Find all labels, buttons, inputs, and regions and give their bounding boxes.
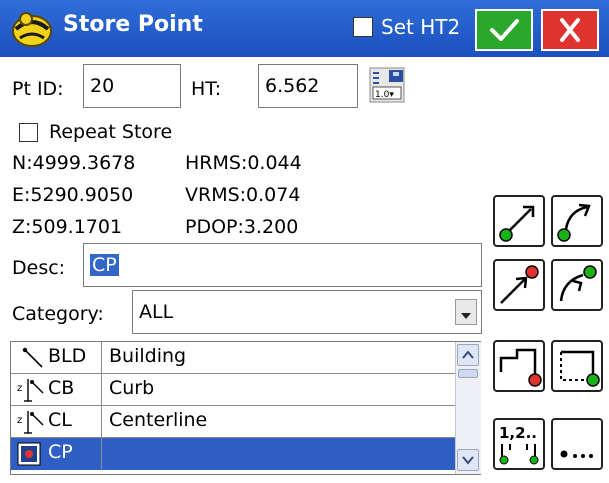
desc-value: CP bbox=[90, 254, 119, 276]
chevron-up-icon bbox=[462, 350, 474, 359]
arc-end-icon bbox=[559, 265, 597, 302]
sequence-points-icon: 1,2.. bbox=[499, 424, 539, 465]
dropdown-button[interactable] bbox=[455, 299, 477, 325]
desc-label: Desc: bbox=[12, 257, 66, 279]
curb-line-feature-icon: z bbox=[17, 379, 44, 402]
feature-desc: Building bbox=[109, 345, 187, 367]
pt-id-label: Pt ID: bbox=[12, 78, 64, 100]
cancel-button[interactable] bbox=[541, 9, 599, 51]
repeat-store-checkbox[interactable] bbox=[19, 123, 38, 142]
curb-line-feature-icon: z bbox=[17, 411, 44, 434]
ht-input[interactable]: 6.562 bbox=[258, 64, 358, 108]
window-title: Store Point bbox=[63, 12, 203, 37]
ok-button[interactable] bbox=[475, 9, 533, 51]
hrms-value: HRMS:0.044 bbox=[185, 152, 302, 174]
pdop-value: PDOP:3.200 bbox=[185, 216, 299, 238]
app-logo-icon bbox=[12, 12, 52, 47]
pt-id-input[interactable]: 20 bbox=[83, 64, 181, 108]
close-icon bbox=[560, 18, 580, 42]
desc-input[interactable]: CP bbox=[83, 243, 482, 287]
feature-desc: Centerline bbox=[109, 409, 208, 431]
line-end-icon bbox=[500, 265, 539, 304]
more-options-button[interactable] bbox=[551, 418, 603, 470]
list-item[interactable]: BLD Building bbox=[11, 342, 455, 374]
checkmark-icon bbox=[490, 19, 519, 41]
arc-end-button[interactable] bbox=[551, 259, 603, 311]
easting-value: E:5290.9050 bbox=[12, 184, 134, 206]
feature-code: BLD bbox=[48, 345, 87, 367]
vrms-value: VRMS:0.074 bbox=[185, 184, 301, 206]
more-options-icon bbox=[560, 450, 593, 458]
feature-code: CB bbox=[48, 377, 75, 399]
close-polyline-icon bbox=[499, 348, 542, 387]
northing-value: N:4999.3678 bbox=[12, 152, 136, 174]
rectangle-button[interactable] bbox=[551, 340, 603, 392]
list-item-selected[interactable]: CP bbox=[11, 438, 455, 470]
list-item[interactable]: z CB Curb bbox=[11, 374, 455, 406]
line-start-button[interactable] bbox=[493, 195, 545, 247]
category-label: Category: bbox=[12, 303, 104, 325]
line-end-button[interactable] bbox=[493, 259, 545, 311]
repeat-store-label: Repeat Store bbox=[49, 121, 173, 143]
ht-label: HT: bbox=[191, 78, 222, 100]
svg-text:1.0▾: 1.0▾ bbox=[375, 90, 394, 100]
elevation-value: Z:509.1701 bbox=[12, 216, 123, 238]
svg-text:1,2..: 1,2.. bbox=[499, 424, 537, 442]
sequence-points-button[interactable]: 1,2.. bbox=[493, 418, 545, 470]
category-select[interactable]: ALL bbox=[132, 290, 482, 334]
arc-start-icon bbox=[557, 203, 591, 242]
scroll-up-button[interactable] bbox=[457, 344, 479, 366]
feature-desc: Curb bbox=[109, 377, 155, 399]
set-ht2-label: Set HT2 bbox=[381, 15, 461, 39]
set-ht2-checkbox[interactable] bbox=[353, 17, 373, 37]
svg-text:z: z bbox=[17, 415, 22, 426]
title-bar: Store Point Set HT2 bbox=[0, 0, 609, 57]
line-feature-icon bbox=[22, 347, 43, 368]
close-polyline-button[interactable] bbox=[493, 340, 545, 392]
chevron-down-icon bbox=[462, 456, 474, 465]
chevron-down-icon bbox=[461, 313, 471, 319]
list-scrollbar[interactable] bbox=[455, 342, 481, 474]
feature-code-list[interactable]: BLD Building z CB Curb z CL Centerline C… bbox=[10, 341, 481, 475]
scroll-down-button[interactable] bbox=[457, 449, 479, 471]
list-item[interactable]: z CL Centerline bbox=[11, 406, 455, 438]
svg-text:z: z bbox=[17, 383, 22, 394]
scroll-thumb[interactable] bbox=[458, 369, 478, 378]
feature-code: CL bbox=[48, 409, 72, 431]
category-value: ALL bbox=[139, 301, 174, 323]
feature-code: CP bbox=[48, 441, 73, 463]
rectangle-icon bbox=[560, 350, 600, 387]
point-feature-icon bbox=[17, 442, 41, 466]
arc-start-button[interactable] bbox=[551, 195, 603, 247]
line-start-icon bbox=[499, 205, 535, 242]
height-calculator-icon[interactable]: 1.0▾ bbox=[369, 67, 405, 103]
